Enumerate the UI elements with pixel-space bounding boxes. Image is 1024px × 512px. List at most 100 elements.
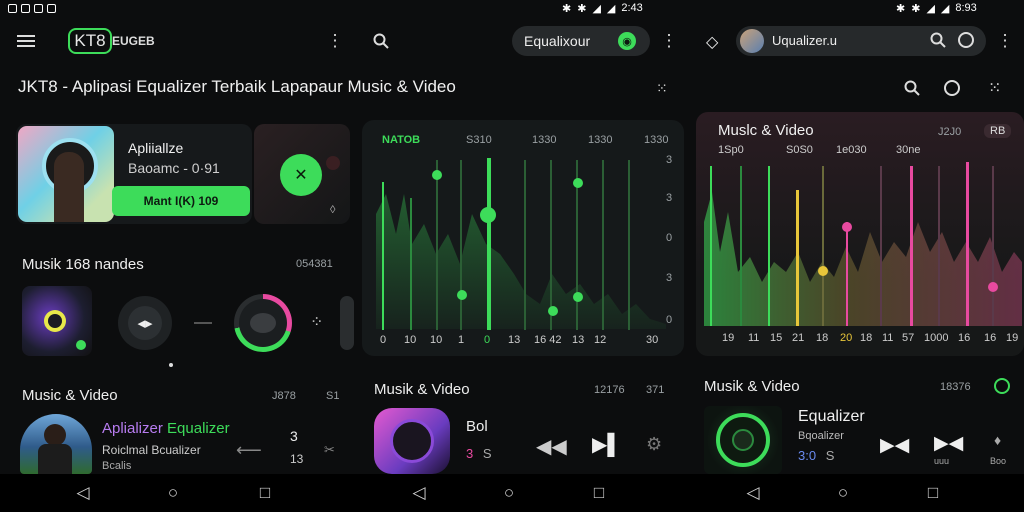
right-track-art[interactable] [704,406,782,474]
r-slider-8[interactable] [910,166,913,326]
more-vert-icon[interactable]: ⋮ [326,30,344,52]
menu-icon[interactable] [14,30,40,52]
feature-button[interactable]: Mant I(K) 109 [112,186,250,216]
eq-right-tick-5: 0 [666,314,673,326]
eq-slider-10[interactable] [628,160,630,330]
eq-knob-8a[interactable] [573,178,583,188]
eq-bottom-tick-1: 0 [380,334,387,346]
r-slider-1[interactable] [710,166,712,326]
rewind-icon-mid[interactable]: ◀◀ [536,434,567,459]
eq-right-tick-2: 3 [666,192,673,204]
recents-icon[interactable]: □ [250,478,280,508]
back-icon-3[interactable]: ◁ [738,478,768,508]
gem-icon[interactable]: ◇ [706,32,718,52]
avatar[interactable] [740,29,764,53]
eq-knob-4[interactable] [457,290,467,300]
section-title: Musik 168 nandes [22,256,144,273]
eq-slider-9[interactable] [602,160,604,330]
feature-card[interactable]: Apliiallze Baoamc - 0·91 Mant I(K) 109 [16,124,252,224]
eq-slider-3[interactable] [436,160,438,330]
eq-knob-8b[interactable] [573,292,583,302]
rewind-button[interactable]: ◂▸ [118,296,172,350]
right-track-extra: S [825,448,835,463]
r-slider-4[interactable] [796,190,799,326]
play-icon[interactable]: ✕ [280,154,322,196]
skip-icon[interactable]: ▶◀ [880,434,909,457]
right-search-text: Uqualizer.u [772,33,838,48]
right-eq-title: Muslc & Video [718,122,814,139]
track-subtitle: Roiclmal Bcualizer [102,443,201,457]
right-eq-label-4: 30ne [896,144,921,156]
home-icon-2[interactable]: ○ [494,478,524,508]
mid-track-sub-b: S [482,446,492,461]
album-art[interactable] [22,286,92,356]
search-icon-right-2[interactable] [904,80,920,101]
tools-icon[interactable]: ✂ [324,442,335,458]
eq-knob-7[interactable] [548,306,558,316]
r-slider-7[interactable] [880,166,882,326]
mic-icon[interactable]: ◉ [618,32,636,50]
feature-card-side: ✕ ◊ [254,124,350,224]
music-section-meta1: J878 [272,390,296,402]
feature-image [18,126,114,222]
r-tick-12: 16 [984,332,997,344]
right-nav-label-2: Boo [990,456,1007,466]
leaf-icon: ◊ [330,204,336,216]
eq-knob-5[interactable] [480,207,496,223]
r-knob-11[interactable] [988,282,998,292]
r-knob-6[interactable] [842,222,852,232]
r-slider-9[interactable] [938,166,940,326]
back-arrow-icon[interactable]: ⟵ [236,440,262,461]
pager-dot [169,363,173,367]
pause-circle-icon[interactable] [944,80,960,96]
back-icon[interactable]: ◁ [68,478,98,508]
eq-slider-2[interactable] [410,198,412,330]
eq-knob-3[interactable] [432,170,442,180]
r-slider-11[interactable] [992,166,994,326]
r-slider-6[interactable] [846,222,848,326]
refresh-icon[interactable] [994,378,1010,394]
r-slider-5[interactable] [822,166,824,326]
track-title: Aplializer Equalizer [102,420,230,437]
search-pill[interactable]: Equalixour ◉ [512,26,650,56]
play-icon-right[interactable]: ▶◀ [934,432,963,455]
grid-icon[interactable]: ⁙ [656,80,668,97]
logo-suffix: EUGEB [112,34,155,48]
recents-icon-3[interactable]: □ [918,478,948,508]
eq-bottom-tick-10: 30 [646,334,659,346]
more-vert-icon-right[interactable]: ⋮ [996,30,1014,52]
search-icon[interactable] [370,30,392,52]
feature-title: Apliiallze [128,140,184,156]
more-vert-icon-mid[interactable]: ⋮ [660,30,678,52]
settings-icon[interactable]: ⚙ [646,434,662,455]
r-tick-2: 11 [748,332,760,344]
eq-right-tick-1: 3 [666,154,673,166]
record-icon[interactable] [958,32,974,48]
track-title-part2: Equalizer [167,420,230,437]
home-icon-3[interactable]: ○ [828,478,858,508]
right-search-icon[interactable] [930,32,946,53]
grid-icon-right[interactable]: ⁙ [988,78,1001,98]
eq-slider-6[interactable] [524,160,526,330]
eq-slider-5[interactable] [487,158,491,330]
eq-slider-1[interactable] [382,182,384,330]
right-search-pill[interactable]: Uqualizer.u [736,26,986,56]
recents-icon-2[interactable]: □ [584,478,614,508]
play-pause-icon[interactable]: ▶▌ [592,432,622,457]
status-time-left: 2:43 [621,2,643,14]
r-slider-10[interactable] [966,162,969,326]
r-slider-3[interactable] [768,166,770,326]
right-eq-graph [704,192,1022,326]
volume-knob[interactable] [234,294,292,352]
eq-slider-4[interactable] [460,160,462,330]
bulb-icon[interactable]: ♦ [994,432,1001,448]
r-slider-2[interactable] [740,166,742,326]
eq-bottom-tick-7: 16 42 [534,334,562,346]
home-icon[interactable]: ○ [158,478,188,508]
mid-track-art[interactable] [374,408,450,474]
r-knob-5[interactable] [818,266,828,276]
eq-slider-7[interactable] [550,160,552,330]
right-track-meta: 3:0 S [798,448,834,463]
back-icon-2[interactable]: ◁ [404,478,434,508]
track-artwork[interactable] [20,414,92,474]
